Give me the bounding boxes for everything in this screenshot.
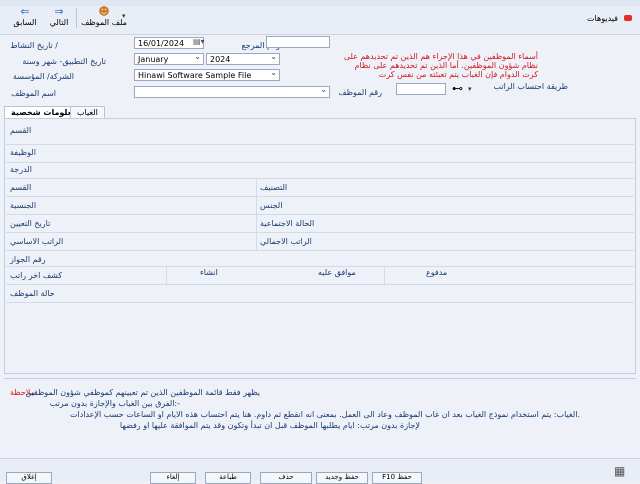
row-divider [4,302,636,303]
row-divider [4,144,636,145]
paid-label: مدفوع [426,268,448,277]
grade-label: الدرجة [10,165,32,174]
salary-calc-label: طريقة احتساب الراتب [493,82,569,91]
calculator-icon[interactable]: ▦ [614,464,625,478]
next-button[interactable]: ⇒ التالي [44,6,74,30]
apply-month-label: تاريخ التطبيق- شهر وسنة [22,57,106,66]
job-label: الوظيفة [10,148,36,157]
tab-strip: معلومات شخصية الغياب [4,106,636,119]
chevron-down-icon[interactable]: ▾ [122,12,126,20]
user-icon: ☻ [98,5,110,18]
toolbar-separator [76,8,77,28]
company-select[interactable]: Hinawi Software Sample File [134,69,280,81]
month-select[interactable]: January [134,53,204,65]
remarks-line-4: لإجازة بدون مرتب: ايام يطلبها الموظف قبل… [119,421,420,430]
save-and-new-button[interactable]: حفظ وجديد [316,472,368,484]
calendar-icon[interactable]: ▤▾ [193,37,205,46]
search-dropdown-icon[interactable]: ▾ [468,85,472,93]
employee-name-label: اسم الموظف [11,89,56,98]
employee-name-select[interactable] [134,86,330,98]
marital-status-label: الحالة الاجتماعية [260,219,315,228]
approved-label: موافق عليه [318,268,356,277]
previous-label: السابق [13,18,37,27]
remarks-line-2: -:الفرق بين الغياب والإجازة بدون مرتب [49,399,180,408]
column-divider [384,266,385,284]
company-label: الشركة/ المؤسسة [12,72,74,81]
employee-status-label: حالة الموظف [10,289,55,298]
employees-note: أسماء الموظفين في هذا الإجراء هم الذين ت… [343,52,538,79]
next-label: التالي [49,18,69,27]
passport-label: رقم الجواز [10,255,46,264]
employee-number-label: رقم الموظف [338,88,382,97]
remarks-line-3: .الغياب: يتم استخدام نموذج الغياب بعد ان… [69,410,580,419]
row-divider [4,162,636,163]
youtube-icon[interactable] [624,15,632,21]
binoculars-icon[interactable]: ⊷ [452,82,463,95]
print-button[interactable]: طباعة [205,472,251,484]
basic-salary-label: الراتب الاساسي [10,237,64,246]
hire-date-label: تاريخ التعيين [10,219,51,228]
row-divider [4,178,636,179]
arrow-left-icon: ⇐ [20,5,30,18]
created-label: انشاء [200,268,218,277]
row-divider [4,196,636,197]
row-divider [4,232,636,233]
personal-info-panel [4,118,636,374]
remarks-line-1: يظهر فقط قائمة الموظفين الذين تم تعيينهم… [25,388,260,397]
section-label: القسم [10,183,32,192]
reference-input[interactable] [266,36,330,48]
total-salary-label: الراتب الاجمالي [260,237,312,246]
department-label: القسم [10,126,32,135]
videos-link[interactable]: فيديوهات [587,14,618,23]
save-button[interactable]: F10 حفظ [372,472,422,484]
employee-number-input[interactable] [396,83,446,95]
delete-button[interactable]: حذف [260,472,312,484]
previous-button[interactable]: ⇐ السابق [8,6,42,30]
year-select[interactable]: 2024 [206,53,280,65]
column-divider [256,178,257,250]
employee-file-label: ملف الموظف [81,18,127,27]
gender-label: الجنس [260,201,283,210]
cancel-button[interactable]: إلغاء [150,472,196,484]
row-divider [4,214,636,215]
classification-label: التصنيف [260,183,288,192]
arrow-right-icon: ⇒ [54,5,64,18]
column-divider [166,266,167,284]
close-button[interactable]: إغلاق [6,472,52,484]
last-salary-sheet-label: كشف اخر راتب [10,271,63,280]
row-divider [4,266,636,267]
row-divider [4,284,636,285]
nationality-label: الجنسية [10,201,37,210]
activity-date-label: / تاريخ النشاط [10,41,58,50]
row-divider [4,250,636,251]
employee-file-button[interactable]: ☻ ملف الموظف [80,6,128,30]
